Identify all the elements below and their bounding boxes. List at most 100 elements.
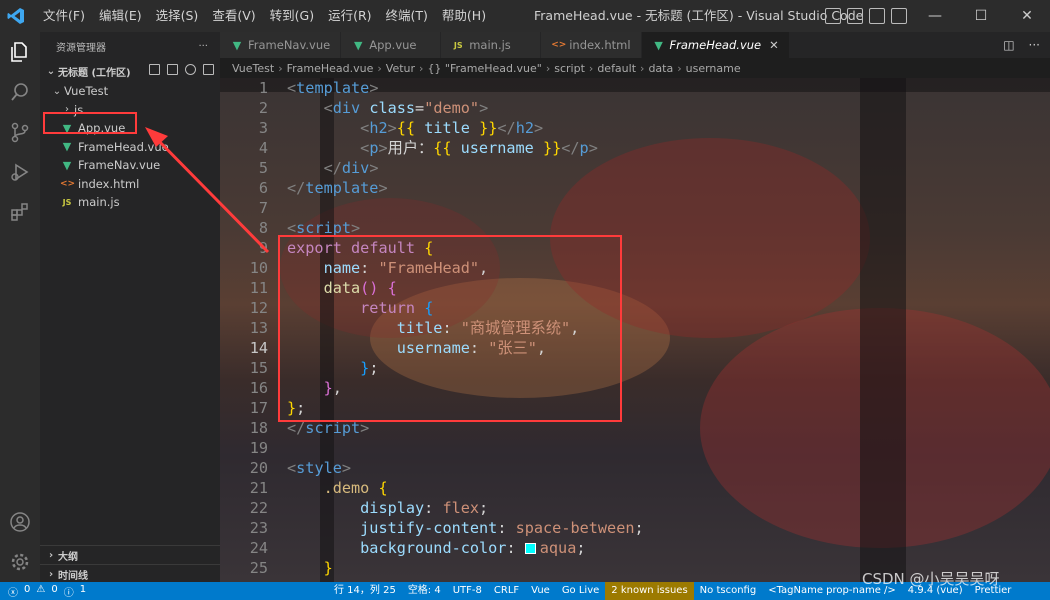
line-number: 23 [249, 519, 268, 537]
code-token: < [323, 99, 333, 117]
source-control-icon[interactable] [0, 112, 40, 152]
status-item[interactable]: 行 14，列 25 [328, 582, 402, 600]
code-token: {{ [433, 139, 452, 157]
run-debug-icon[interactable] [0, 152, 40, 192]
close-window-button[interactable]: ✕ [1004, 0, 1050, 32]
extensions-icon[interactable] [0, 192, 40, 232]
menu-bar: 文件(F) 编辑(E) 选择(S) 查看(V) 转到(G) 运行(R) 终端(T) 帮助(H) [36, 0, 493, 32]
accounts-icon[interactable] [0, 502, 40, 542]
tree-item[interactable]: ⌄ VueTest [40, 82, 220, 101]
maximize-button[interactable]: ☐ [958, 0, 1004, 32]
watermark: CSDN @小吴吴吴呀 [862, 570, 1000, 588]
status-item[interactable]: CRLF [488, 582, 525, 600]
collapse-all-icon[interactable] [203, 64, 214, 75]
search-icon[interactable] [0, 72, 40, 112]
line-text: <p>用户：{{ username }}</p> [268, 138, 598, 158]
tree-item[interactable]: ▼ FrameHead.vue [40, 138, 220, 157]
split-editor-icon[interactable]: ◫ [1003, 38, 1014, 52]
line-text: <div class="demo"> [268, 98, 489, 118]
js-file-icon: JS [62, 197, 72, 207]
menu-item[interactable]: 运行(R) [321, 0, 378, 32]
tree-item[interactable]: <> index.html [40, 175, 220, 194]
line-number: 13 [249, 319, 268, 337]
breadcrumb-item[interactable]: VueTest [232, 62, 274, 75]
status-item[interactable]: 2 known issues [605, 582, 694, 600]
code-line: 23 justify-content: space-between; [220, 518, 1050, 538]
status-item[interactable]: No tsconfig [694, 582, 763, 600]
breadcrumb-separator-icon: › [278, 61, 283, 75]
code-token: 用户： [387, 139, 434, 157]
timeline-label: 时间线 [58, 570, 88, 582]
breadcrumb-item[interactable]: FrameHead.vue [287, 62, 374, 75]
more-actions-icon[interactable]: ··· [1029, 38, 1040, 52]
minimize-button[interactable]: — [912, 0, 958, 32]
settings-gear-icon[interactable] [0, 542, 40, 582]
new-file-icon[interactable] [149, 64, 160, 75]
line-number: 22 [249, 499, 268, 517]
breadcrumb-item[interactable]: script [554, 62, 585, 75]
line-number: 4 [258, 139, 268, 157]
line-number: 18 [249, 419, 268, 437]
breadcrumb-item[interactable]: username [686, 62, 741, 75]
code-token: = [415, 99, 425, 117]
menu-item[interactable]: 转到(G) [263, 0, 321, 32]
code-token: > [533, 119, 544, 137]
explorer-icon[interactable] [0, 32, 40, 72]
outline-section-header[interactable]: › 大纲 [40, 545, 220, 564]
code-token: </ [287, 179, 306, 197]
code-token: > [378, 139, 388, 157]
tab[interactable]: ▼ FrameHead.vue ✕ [641, 32, 790, 58]
menu-item[interactable]: 帮助(H) [435, 0, 493, 32]
code-token: < [287, 79, 297, 97]
breadcrumb-item[interactable]: {} "FrameHead.vue" [427, 62, 541, 75]
timeline-section-header[interactable]: › 时间线 [40, 564, 220, 583]
problems-indicator[interactable]: ⓧ 0 ⚠ 0 ⓘ 1 [0, 584, 86, 599]
tree-item[interactable]: ▼ FrameNav.vue [40, 156, 220, 175]
line-number: 12 [249, 299, 268, 317]
tab[interactable]: JS main.js [441, 32, 542, 58]
tab[interactable]: <> index.html [541, 32, 642, 58]
breadcrumb-item[interactable]: Vetur [386, 62, 415, 75]
code-token: > [387, 119, 397, 137]
explorer-more-actions[interactable]: ··· [198, 41, 208, 52]
warning-icon: ⚠ [36, 583, 46, 595]
status-item[interactable]: Vue [525, 582, 556, 600]
menu-item[interactable]: 选择(S) [149, 0, 206, 32]
refresh-icon[interactable] [185, 64, 196, 75]
code-token: < [287, 459, 297, 477]
menu-item[interactable]: 终端(T) [379, 0, 435, 32]
tab[interactable]: ▼ App.vue [341, 32, 442, 58]
menu-item[interactable]: 查看(V) [205, 0, 262, 32]
breadcrumb-item[interactable]: data [648, 62, 673, 75]
menu-item[interactable]: 文件(F) [36, 0, 92, 32]
status-item[interactable]: UTF-8 [447, 582, 488, 600]
tab[interactable]: ▼ FrameNav.vue [220, 32, 342, 58]
color-swatch-icon[interactable] [524, 543, 536, 554]
breadcrumb-item[interactable]: default [597, 62, 636, 75]
vscode-logo-icon [0, 0, 32, 32]
toggle-primary-sidebar-icon[interactable] [825, 8, 841, 24]
workspace-section-header[interactable]: ⌄ 无标题 (工作区) [40, 60, 220, 82]
code-token: > [378, 179, 388, 197]
code-token: : [424, 499, 443, 517]
title-bar: 文件(F) 编辑(E) 选择(S) 查看(V) 转到(G) 运行(R) 终端(T) 帮助(H)… [0, 0, 1050, 32]
customize-layout-icon[interactable] [891, 8, 907, 24]
menu-item[interactable]: 编辑(E) [92, 0, 149, 32]
code-token: ; [576, 539, 586, 557]
close-tab-icon[interactable]: ✕ [769, 38, 779, 52]
tree-item[interactable]: JS main.js [40, 193, 220, 212]
toggle-secondary-sidebar-icon[interactable] [869, 8, 885, 24]
error-count: 0 [24, 583, 31, 595]
status-item[interactable]: Go Live [556, 582, 605, 600]
code-token: {{ [396, 119, 416, 137]
new-folder-icon[interactable] [167, 64, 178, 75]
line-number: 6 [258, 179, 268, 197]
status-item[interactable]: 空格: 4 [402, 582, 447, 600]
code-line: 7 [220, 198, 1050, 218]
code-token: div [332, 99, 361, 117]
line-number: 25 [249, 559, 268, 577]
toggle-panel-icon[interactable] [847, 8, 863, 24]
line-text [268, 198, 287, 218]
code-token: </ [323, 159, 342, 177]
